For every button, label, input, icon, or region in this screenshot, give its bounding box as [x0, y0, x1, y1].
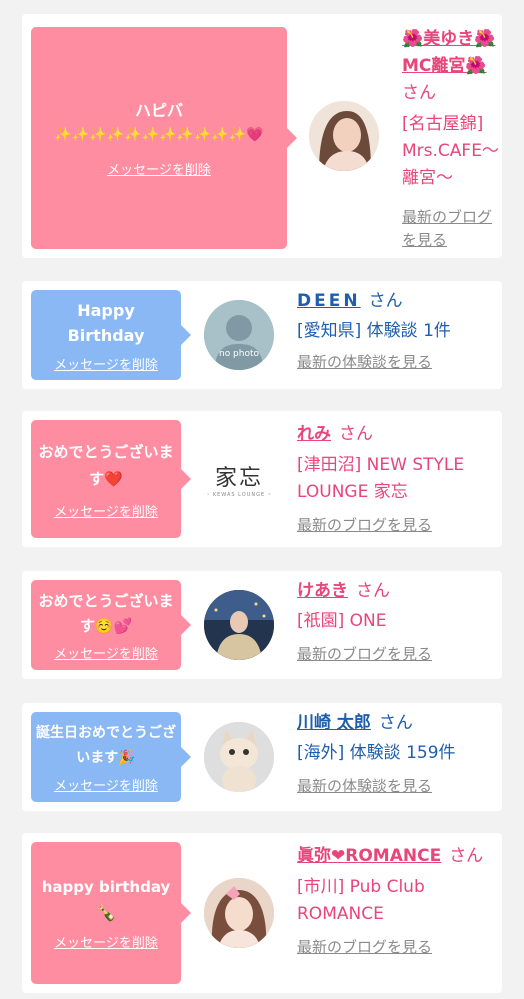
user-info: けあき さん [祇園] ONE 最新のブログを見る: [297, 578, 497, 666]
delete-message-link[interactable]: メッセージを削除: [54, 501, 158, 520]
delete-message-link[interactable]: メッセージを削除: [54, 354, 158, 373]
delete-message-link[interactable]: メッセージを削除: [54, 643, 158, 662]
shop-info: [津田沼] NEW STYLE LOUNGE 家忘: [297, 455, 465, 502]
delete-message-link[interactable]: メッセージを削除: [54, 775, 158, 794]
latest-blog-link[interactable]: 最新のブログを見る: [402, 206, 502, 252]
message-emoji: ✨✨✨✨✨✨✨✨✨✨✨💗: [54, 127, 264, 143]
message-text: happy birthday: [41, 878, 171, 896]
shop-info: [愛知県] 体験談 1件: [297, 321, 451, 341]
shop-info: [祇園] ONE: [297, 611, 387, 631]
user-name-link[interactable]: 眞弥❤ROMANCE: [297, 846, 441, 866]
latest-review-link[interactable]: 最新の体験談を見る: [297, 775, 497, 798]
no-photo-icon: no photo: [204, 300, 274, 370]
message-card: ハピバ ✨✨✨✨✨✨✨✨✨✨✨💗 メッセージを削除 🌺美ゆき🌺MC離宮🌺 さん …: [22, 14, 502, 258]
message-text: おめでとうございます☺️💕: [38, 591, 174, 635]
message-text: Happy Birthday: [67, 300, 145, 345]
latest-blog-link[interactable]: 最新のブログを見る: [297, 936, 497, 959]
avatar[interactable]: 家忘 ~ KEWAS LOUNGE ~: [204, 444, 274, 514]
message-text: おめでとうございます❤️: [38, 442, 174, 488]
latest-review-link[interactable]: 最新の体験談を見る: [297, 351, 497, 374]
user-name-link[interactable]: 🌺美ゆき🌺MC離宮🌺: [402, 29, 495, 76]
latest-blog-link[interactable]: 最新のブログを見る: [297, 514, 497, 537]
message-text: ハピバ: [134, 101, 183, 120]
user-name-link[interactable]: 川崎 太郎: [297, 713, 371, 733]
message-bubble: 誕生日おめでとうございます🎉 メッセージを削除: [31, 712, 191, 802]
message-card: 誕生日おめでとうございます🎉 メッセージを削除 川崎 太郎 さん [海外] 体験談…: [22, 703, 502, 811]
shop-info: [名古屋錦] Mrs.CAFE～離宮～: [402, 114, 499, 188]
user-info: 🌺美ゆき🌺MC離宮🌺 さん [名古屋錦] Mrs.CAFE～離宮～ 最新のブログ…: [402, 26, 502, 252]
user-info: 眞弥❤ROMANCE さん [市川] Pub Club ROMANCE 最新のブロ…: [297, 843, 497, 959]
kitten-photo-icon: [204, 722, 274, 792]
profile-photo-night-icon: [204, 590, 274, 660]
shop-info: [海外] 体験談 159件: [297, 743, 456, 763]
message-card: おめでとうございます❤️ メッセージを削除 家忘 ~ KEWAS LOUNGE …: [22, 411, 502, 547]
message-card: Happy Birthday メッセージを削除 no photo DEEN さん …: [22, 281, 502, 389]
message-card: おめでとうございます☺️💕 メッセージを削除 けあき さん [祇園] ONE 最新…: [22, 571, 502, 679]
latest-blog-link[interactable]: 最新のブログを見る: [297, 643, 497, 666]
user-name-link[interactable]: けあき: [297, 581, 348, 601]
avatar[interactable]: [204, 590, 274, 660]
san-label: さん: [378, 713, 413, 733]
profile-photo-woman-icon: [309, 101, 379, 171]
message-text: 誕生日おめでとうございます🎉: [36, 724, 176, 766]
message-card: happy birthday 🍾 メッセージを削除 眞弥❤ROMANCE さん […: [22, 833, 502, 993]
message-bubble: Happy Birthday メッセージを削除: [31, 290, 191, 380]
user-info: 川崎 太郎 さん [海外] 体験談 159件 最新の体験談を見る: [297, 710, 497, 798]
user-info: れみ さん [津田沼] NEW STYLE LOUNGE 家忘 最新のブログを見る: [297, 421, 497, 537]
shop-logo-icon: 家忘: [214, 466, 263, 491]
profile-photo-woman-2-icon: [204, 878, 274, 948]
avatar[interactable]: [309, 101, 379, 171]
user-name-link[interactable]: れみ: [297, 424, 331, 444]
san-label: さん: [339, 424, 373, 444]
avatar[interactable]: [204, 878, 274, 948]
message-bubble: おめでとうございます❤️ メッセージを削除: [31, 420, 191, 538]
san-label: さん: [449, 846, 484, 866]
san-label: さん: [402, 83, 436, 103]
delete-message-link[interactable]: メッセージを削除: [107, 159, 211, 178]
message-bubble: ハピバ ✨✨✨✨✨✨✨✨✨✨✨💗 メッセージを削除: [31, 27, 297, 249]
san-label: さん: [356, 581, 390, 601]
san-label: さん: [368, 291, 403, 311]
user-info: DEEN さん [愛知県] 体験談 1件 最新の体験談を見る: [297, 288, 497, 374]
no-photo-text: no photo: [219, 349, 260, 359]
shop-info: [市川] Pub Club ROMANCE: [297, 877, 425, 924]
message-bubble: おめでとうございます☺️💕 メッセージを削除: [31, 580, 191, 670]
avatar[interactable]: no photo: [204, 300, 274, 370]
message-emoji: 🍾: [96, 903, 116, 922]
avatar[interactable]: [204, 722, 274, 792]
shop-logo-subtext: ~ KEWAS LOUNGE ~: [205, 492, 273, 498]
delete-message-link[interactable]: メッセージを削除: [54, 932, 158, 951]
user-name-link[interactable]: DEEN: [297, 291, 361, 311]
message-bubble: happy birthday 🍾 メッセージを削除: [31, 842, 191, 984]
